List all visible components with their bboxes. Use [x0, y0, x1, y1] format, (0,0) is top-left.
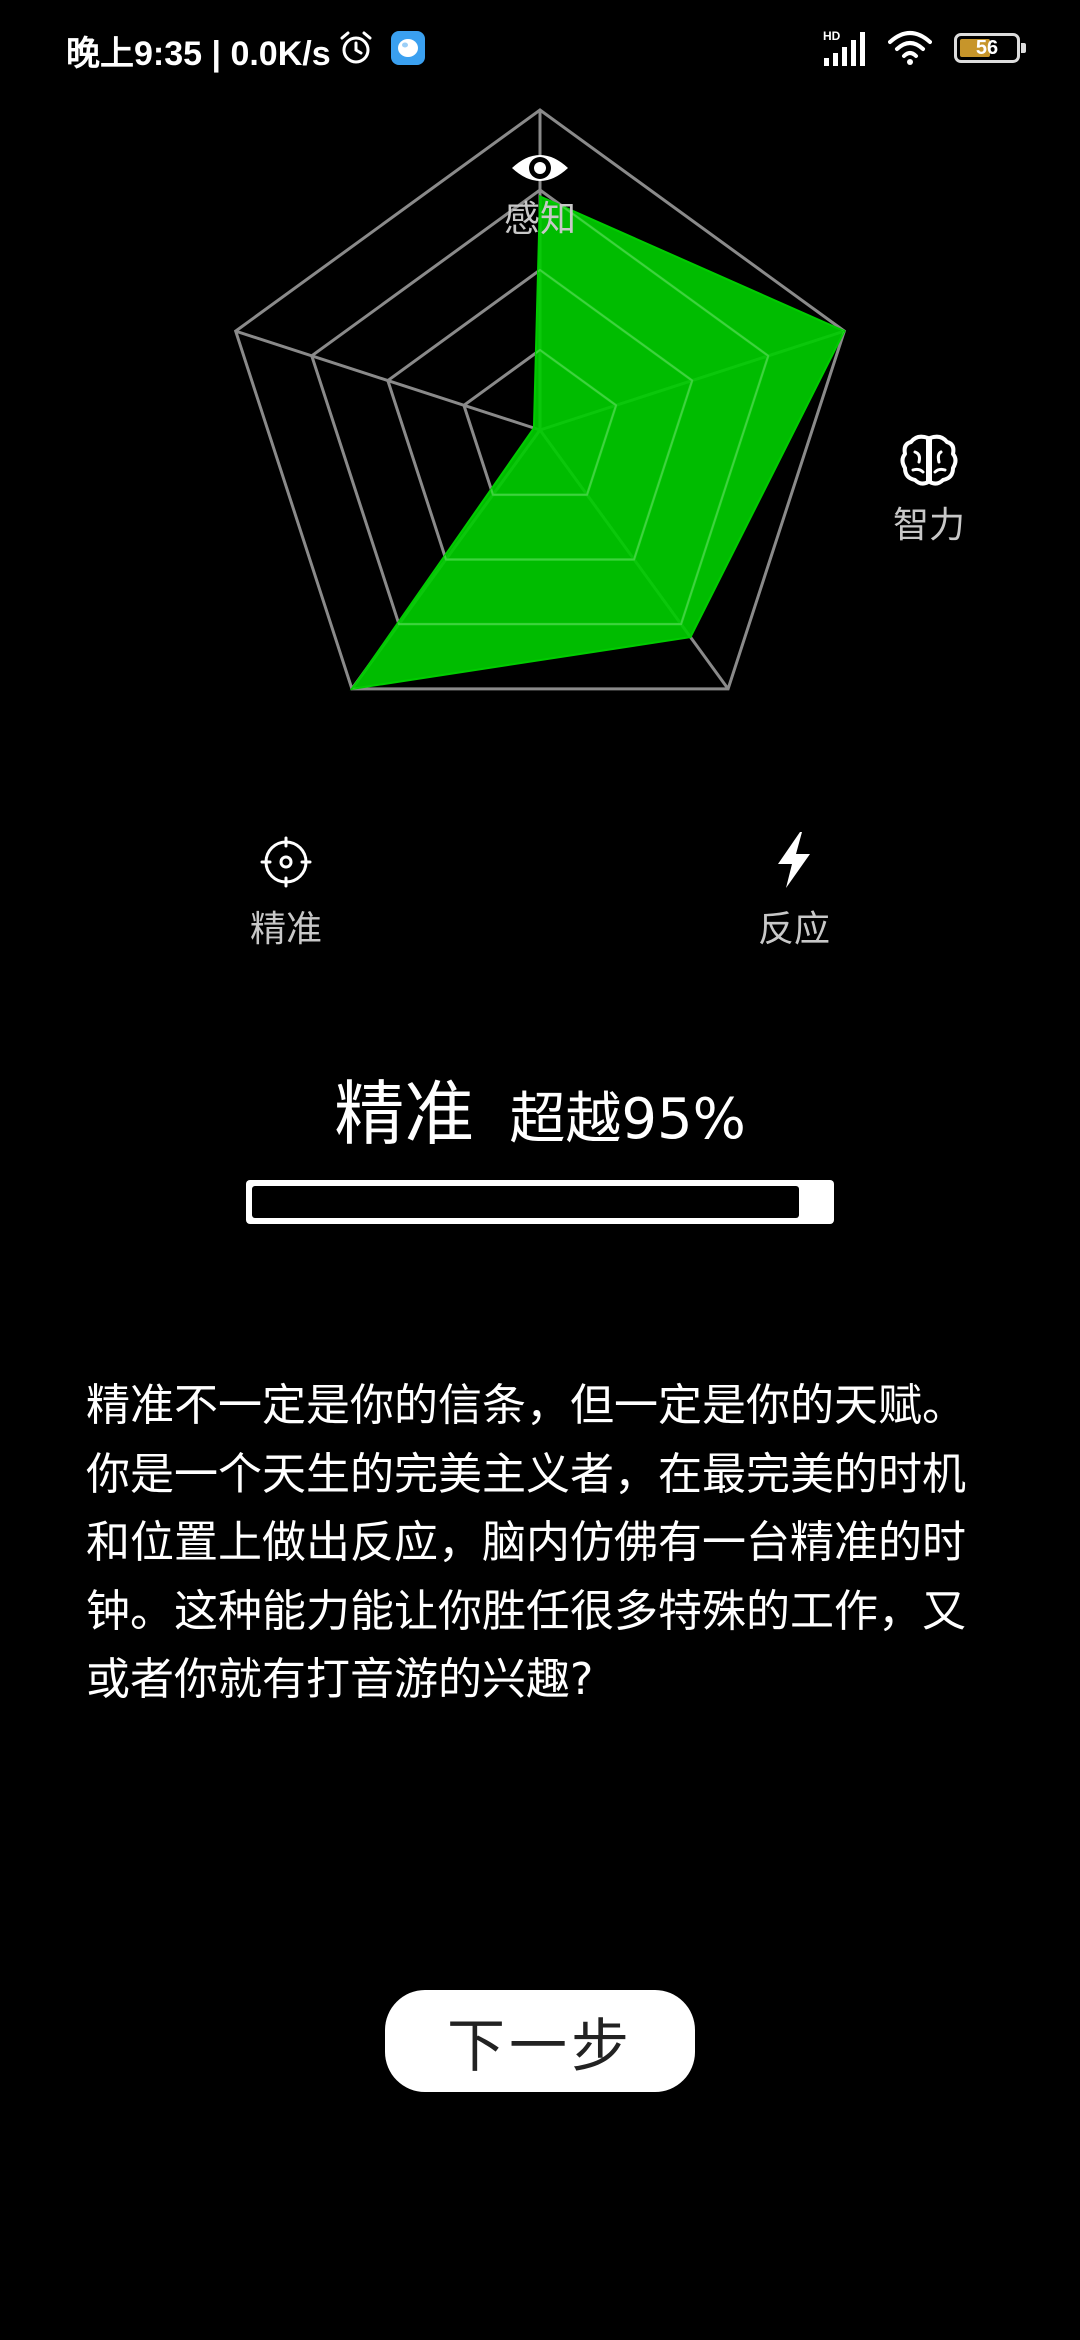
next-step-button[interactable]: 下一步 — [385, 1990, 695, 2092]
radar-point-4 — [532, 427, 535, 430]
result-heading: 精准 超越95% — [0, 1058, 1080, 1159]
result-percent: 超越95% — [509, 1087, 746, 1152]
radar-point-2 — [689, 636, 692, 639]
progress-remaining — [252, 1186, 799, 1218]
axis-label-reaction: 反应 — [757, 909, 830, 950]
radar-data-area — [349, 194, 846, 691]
radar-spoke-4 — [235, 329, 541, 432]
crosshair-target-icon — [260, 836, 312, 888]
radar-chart: 感知 智力 反应 精准 — [0, 0, 1080, 980]
progress-bar — [246, 1180, 834, 1224]
lightning-icon — [778, 832, 810, 888]
axis-label-intelligence: 智力 — [892, 505, 965, 546]
radar-point-1 — [843, 330, 846, 333]
brain-icon — [900, 434, 958, 486]
result-description: 精准不一定是你的信条，但一定是你的天赋。你是一个天生的完美主义者，在最完美的时机… — [86, 1380, 966, 1705]
axis-label-precision: 精准 — [249, 909, 322, 950]
axis-label-perception: 感知 — [503, 199, 576, 240]
result-name: 精准 — [334, 1073, 475, 1155]
radar-point-3 — [350, 687, 353, 690]
next-step-button-label: 下一步 — [446, 2012, 633, 2080]
